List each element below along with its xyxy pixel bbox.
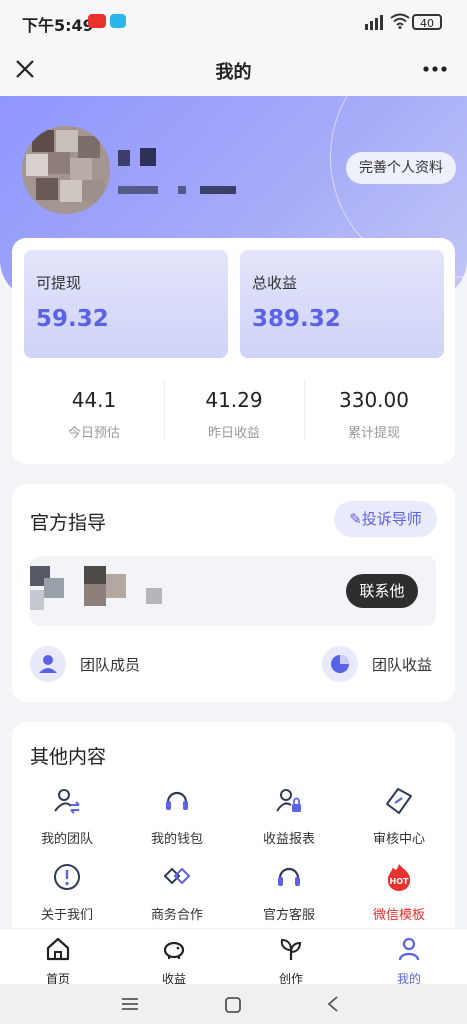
home-square-icon[interactable] bbox=[224, 996, 242, 1014]
wifi-icon bbox=[390, 13, 410, 29]
review-icon bbox=[386, 788, 412, 814]
wallet-icon bbox=[166, 791, 188, 810]
headset-icon bbox=[278, 867, 300, 886]
tab-create[interactable]: 创作 bbox=[233, 936, 349, 987]
withdrawable-label: 可提现 bbox=[36, 274, 82, 292]
person-icon bbox=[398, 937, 420, 961]
signal-icon bbox=[365, 15, 383, 30]
grid-label: 我的钱包 bbox=[150, 832, 203, 847]
user-id-blurred bbox=[118, 186, 236, 194]
menu-icon[interactable] bbox=[120, 996, 140, 1012]
withdrawable-value: 59.32 bbox=[36, 306, 109, 332]
other-content-title: 其他内容 bbox=[30, 746, 107, 768]
leaf-icon bbox=[280, 938, 302, 960]
grid-item-wechat-template[interactable]: HOT 微信模板 bbox=[344, 862, 454, 923]
hot-badge-text: HOT bbox=[390, 877, 409, 886]
stat-value: 41.29 bbox=[205, 388, 263, 412]
info-icon bbox=[54, 864, 80, 890]
stat-label: 累计提现 bbox=[347, 426, 400, 441]
grid-item-earnings-report[interactable]: 收益报表 bbox=[234, 786, 344, 847]
grid-label: 收益报表 bbox=[262, 832, 315, 847]
team-members-label: 团队成员 bbox=[80, 656, 141, 674]
grid-label: 关于我们 bbox=[40, 908, 93, 923]
app-notification-icon bbox=[110, 14, 126, 28]
contact-button[interactable]: 联系他 bbox=[346, 574, 418, 608]
pie-chart-icon bbox=[322, 646, 358, 682]
username-blurred bbox=[118, 148, 156, 166]
grid-label: 审核中心 bbox=[372, 832, 425, 847]
total-earnings-label: 总收益 bbox=[252, 274, 298, 292]
complain-mentor-button[interactable]: ✎投诉导师 bbox=[334, 501, 437, 537]
system-nav-bar bbox=[0, 984, 467, 1024]
stat-label: 今日预估 bbox=[67, 426, 120, 441]
team-earnings-label: 团队收益 bbox=[372, 656, 433, 674]
home-icon bbox=[46, 937, 70, 961]
stat-today: 44.1 今日预估 bbox=[24, 388, 164, 441]
mentor-name-blurred bbox=[146, 588, 162, 604]
handshake-icon bbox=[163, 867, 191, 885]
guidance-title: 官方指导 bbox=[30, 512, 107, 534]
grid-label: 官方客服 bbox=[262, 908, 315, 923]
mentor-avatar-blurred bbox=[30, 566, 126, 610]
stat-yesterday: 41.29 昨日收益 bbox=[164, 388, 304, 441]
team-members-button[interactable]: 团队成员 bbox=[30, 646, 170, 682]
stat-value: 330.00 bbox=[339, 388, 409, 412]
stat-label: 昨日收益 bbox=[207, 426, 260, 441]
grid-item-business-cooperation[interactable]: 商务合作 bbox=[122, 862, 232, 923]
grid-item-my-wallet[interactable]: 我的钱包 bbox=[122, 786, 232, 847]
more-icon[interactable] bbox=[420, 58, 450, 80]
tab-earnings[interactable]: 收益 bbox=[116, 936, 232, 987]
total-earnings-tile[interactable]: 总收益 389.32 bbox=[240, 250, 444, 358]
team-members-icon bbox=[30, 646, 66, 682]
title-bar: 我的 bbox=[0, 44, 467, 96]
battery-icon: 40 bbox=[412, 14, 442, 30]
stat-value: 44.1 bbox=[71, 388, 117, 412]
edit-icon: ✎ bbox=[349, 510, 362, 528]
back-icon[interactable] bbox=[326, 995, 340, 1013]
grid-label: 我的团队 bbox=[40, 832, 93, 847]
stat-cumulative: 330.00 累计提现 bbox=[304, 388, 444, 441]
status-time: 下午5:49 bbox=[22, 16, 94, 35]
hot-icon: HOT bbox=[387, 864, 411, 891]
grid-item-customer-service[interactable]: 官方客服 bbox=[234, 862, 344, 923]
avatar[interactable] bbox=[22, 126, 110, 214]
complain-label: 投诉导师 bbox=[361, 510, 422, 528]
complete-profile-button[interactable]: 完善个人资料 bbox=[346, 152, 456, 184]
withdrawable-tile[interactable]: 可提现 59.32 bbox=[24, 250, 228, 358]
grid-item-my-team[interactable]: 我的团队 bbox=[12, 786, 122, 847]
team-earnings-button[interactable]: 团队收益 bbox=[322, 646, 442, 682]
status-bar: 下午5:49 40 bbox=[0, 0, 467, 44]
grid-item-about-us[interactable]: 关于我们 bbox=[12, 862, 122, 923]
notification-badge-icon bbox=[88, 14, 106, 28]
tab-mine[interactable]: 我的 bbox=[351, 936, 467, 987]
grid-item-review-center[interactable]: 审核中心 bbox=[344, 786, 454, 847]
tab-home[interactable]: 首页 bbox=[0, 936, 116, 987]
team-icon bbox=[54, 789, 80, 814]
piggy-bank-icon bbox=[163, 941, 185, 959]
total-earnings-value: 389.32 bbox=[252, 306, 341, 332]
report-icon bbox=[276, 789, 301, 812]
grid-label: 商务合作 bbox=[150, 908, 203, 923]
grid-label: 微信模板 bbox=[372, 908, 425, 923]
page-title: 我的 bbox=[215, 62, 252, 83]
